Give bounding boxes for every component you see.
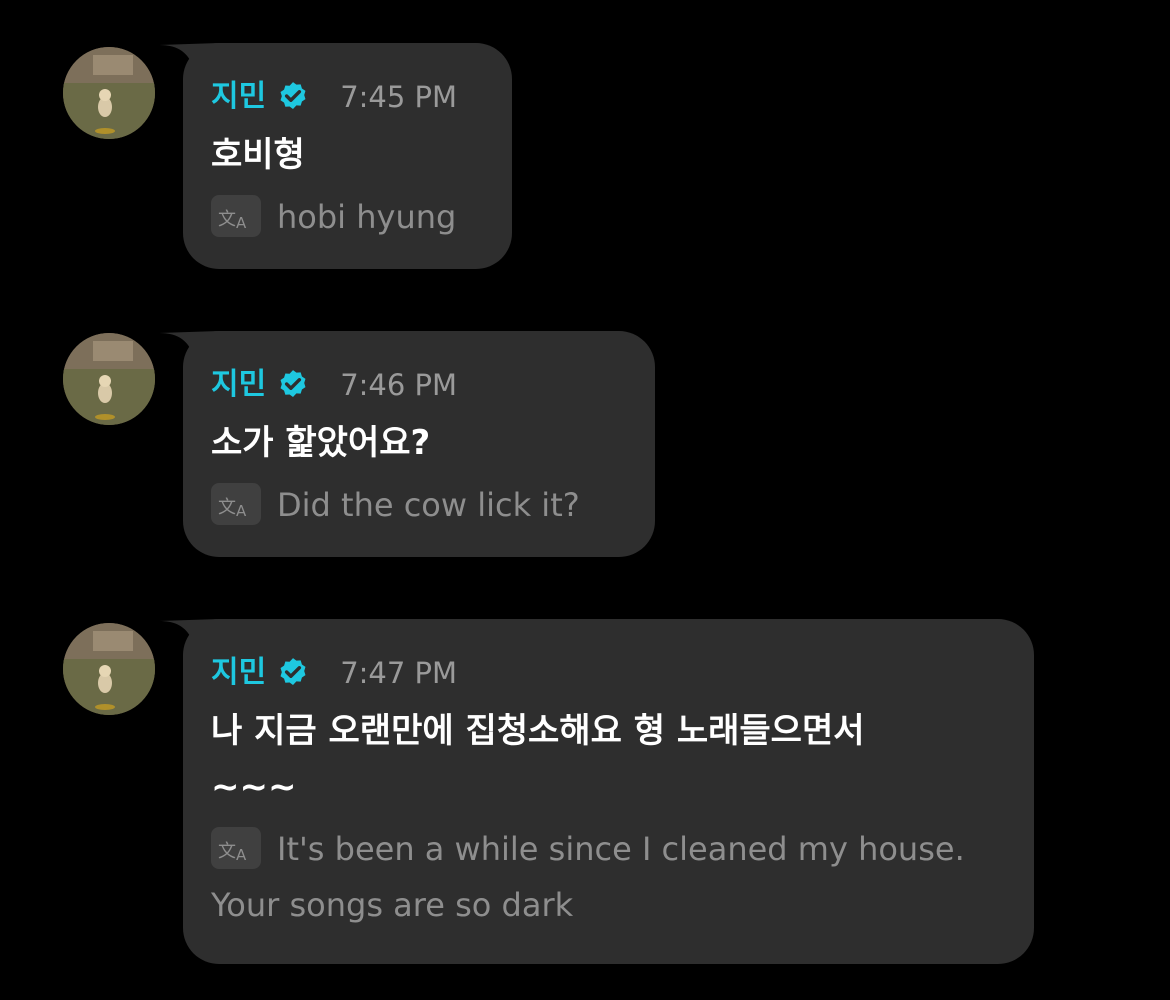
translation-text: hobi hyung — [277, 198, 457, 236]
svg-text:文: 文 — [218, 497, 236, 518]
bubble-tail — [159, 43, 219, 71]
translation-row: 文 A hobi hyung — [211, 189, 484, 245]
sender-name[interactable]: 지민 — [211, 365, 266, 405]
message-header: 지민 7:47 PM — [211, 653, 1006, 693]
avatar[interactable] — [63, 47, 155, 139]
sender-name[interactable]: 지민 — [211, 77, 266, 117]
bubble-tail — [159, 619, 219, 647]
avatar[interactable] — [63, 333, 155, 425]
timestamp: 7:47 PM — [340, 656, 458, 690]
sender-name[interactable]: 지민 — [211, 653, 266, 693]
translation-row: 文 A It's been a while since I cleaned my… — [211, 821, 1006, 933]
verified-badge-icon — [280, 658, 306, 686]
avatar[interactable] — [63, 623, 155, 715]
timestamp: 7:45 PM — [340, 80, 458, 114]
verified-badge-icon — [280, 370, 306, 398]
translate-icon[interactable]: 文 A — [211, 827, 261, 869]
message-bubble[interactable]: 지민 7:46 PM 소가 핥았어요? 文 A Did the cow lick… — [159, 331, 655, 557]
message-bubble[interactable]: 지민 7:47 PM 나 지금 오랜만에 집청소해요 형 노래들으면서 ~~~ … — [159, 619, 1034, 964]
svg-text:A: A — [236, 846, 247, 864]
message-header: 지민 7:46 PM — [211, 365, 627, 405]
svg-text:文: 文 — [218, 841, 236, 862]
verified-badge-icon — [280, 82, 306, 110]
svg-text:A: A — [236, 214, 247, 232]
message-text: 소가 핥았어요? — [211, 423, 431, 463]
svg-text:A: A — [236, 502, 247, 520]
message-header: 지민 7:45 PM — [211, 77, 484, 117]
translate-icon[interactable]: 文 A — [211, 483, 261, 525]
translation-row: 文 A Did the cow lick it? — [211, 477, 627, 533]
translation-text: It's been a while since I cleaned my hou… — [211, 830, 965, 924]
timestamp: 7:46 PM — [340, 368, 458, 402]
translation-text: Did the cow lick it? — [277, 486, 580, 524]
svg-text:文: 文 — [218, 209, 236, 230]
bubble-tail — [159, 331, 219, 359]
translate-icon[interactable]: 文 A — [211, 195, 261, 237]
message-text: 호비형 — [211, 135, 305, 175]
message-bubble[interactable]: 지민 7:45 PM 호비형 文 A hobi hyung — [159, 43, 512, 269]
message-text: 나 지금 오랜만에 집청소해요 형 노래들으면서 ~~~ — [211, 711, 865, 807]
